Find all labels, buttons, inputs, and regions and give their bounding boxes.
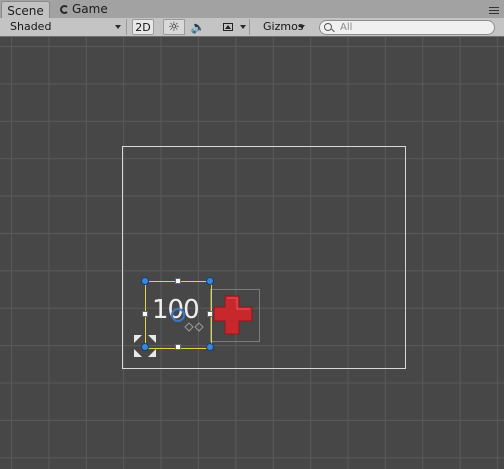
pivot-handle-icon[interactable] (171, 308, 185, 322)
gizmos-dropdown[interactable]: Gizmos (258, 19, 310, 35)
image-effects-button[interactable] (218, 19, 238, 35)
scene-viewport[interactable]: 100 (0, 37, 504, 469)
game-tab-icon (60, 5, 69, 14)
audio-toggle-icon[interactable]: 🔈 (187, 19, 209, 35)
corner-handle-top-right[interactable] (206, 277, 214, 285)
search-input[interactable]: All (319, 20, 495, 35)
effects-dropdown[interactable] (238, 19, 250, 35)
chevron-down-icon (240, 25, 246, 29)
corner-handle-top-left[interactable] (141, 277, 149, 285)
shading-mode-label: Shaded (10, 20, 52, 33)
health-cross-icon[interactable] (212, 294, 256, 336)
search-icon (324, 23, 332, 31)
resize-handle-right[interactable] (207, 311, 213, 317)
search-placeholder: All (340, 22, 353, 33)
rect-gizmo-hint (184, 322, 204, 332)
tab-game[interactable]: Game (60, 1, 108, 18)
anchor-icon[interactable] (134, 335, 156, 357)
chevron-down-icon (115, 25, 121, 29)
image-effects-icon (223, 23, 233, 31)
tab-menu-icon[interactable] (487, 4, 499, 14)
editor-tab-bar: Scene Game (0, 0, 504, 19)
resize-handle-left[interactable] (142, 311, 148, 317)
resize-handle-top[interactable] (175, 278, 181, 284)
light-toggle-icon[interactable]: ☼ (163, 19, 185, 35)
tab-scene[interactable]: Scene (1, 1, 50, 19)
tab-game-label: Game (72, 2, 108, 16)
shading-mode-dropdown[interactable]: Shaded (3, 19, 127, 35)
gizmos-label: Gizmos (263, 20, 304, 33)
resize-handle-bottom[interactable] (175, 344, 181, 350)
chevron-down-icon (299, 25, 305, 29)
2d-mode-toggle[interactable]: 2D (132, 19, 154, 35)
corner-handle-bottom-right[interactable] (206, 343, 214, 351)
